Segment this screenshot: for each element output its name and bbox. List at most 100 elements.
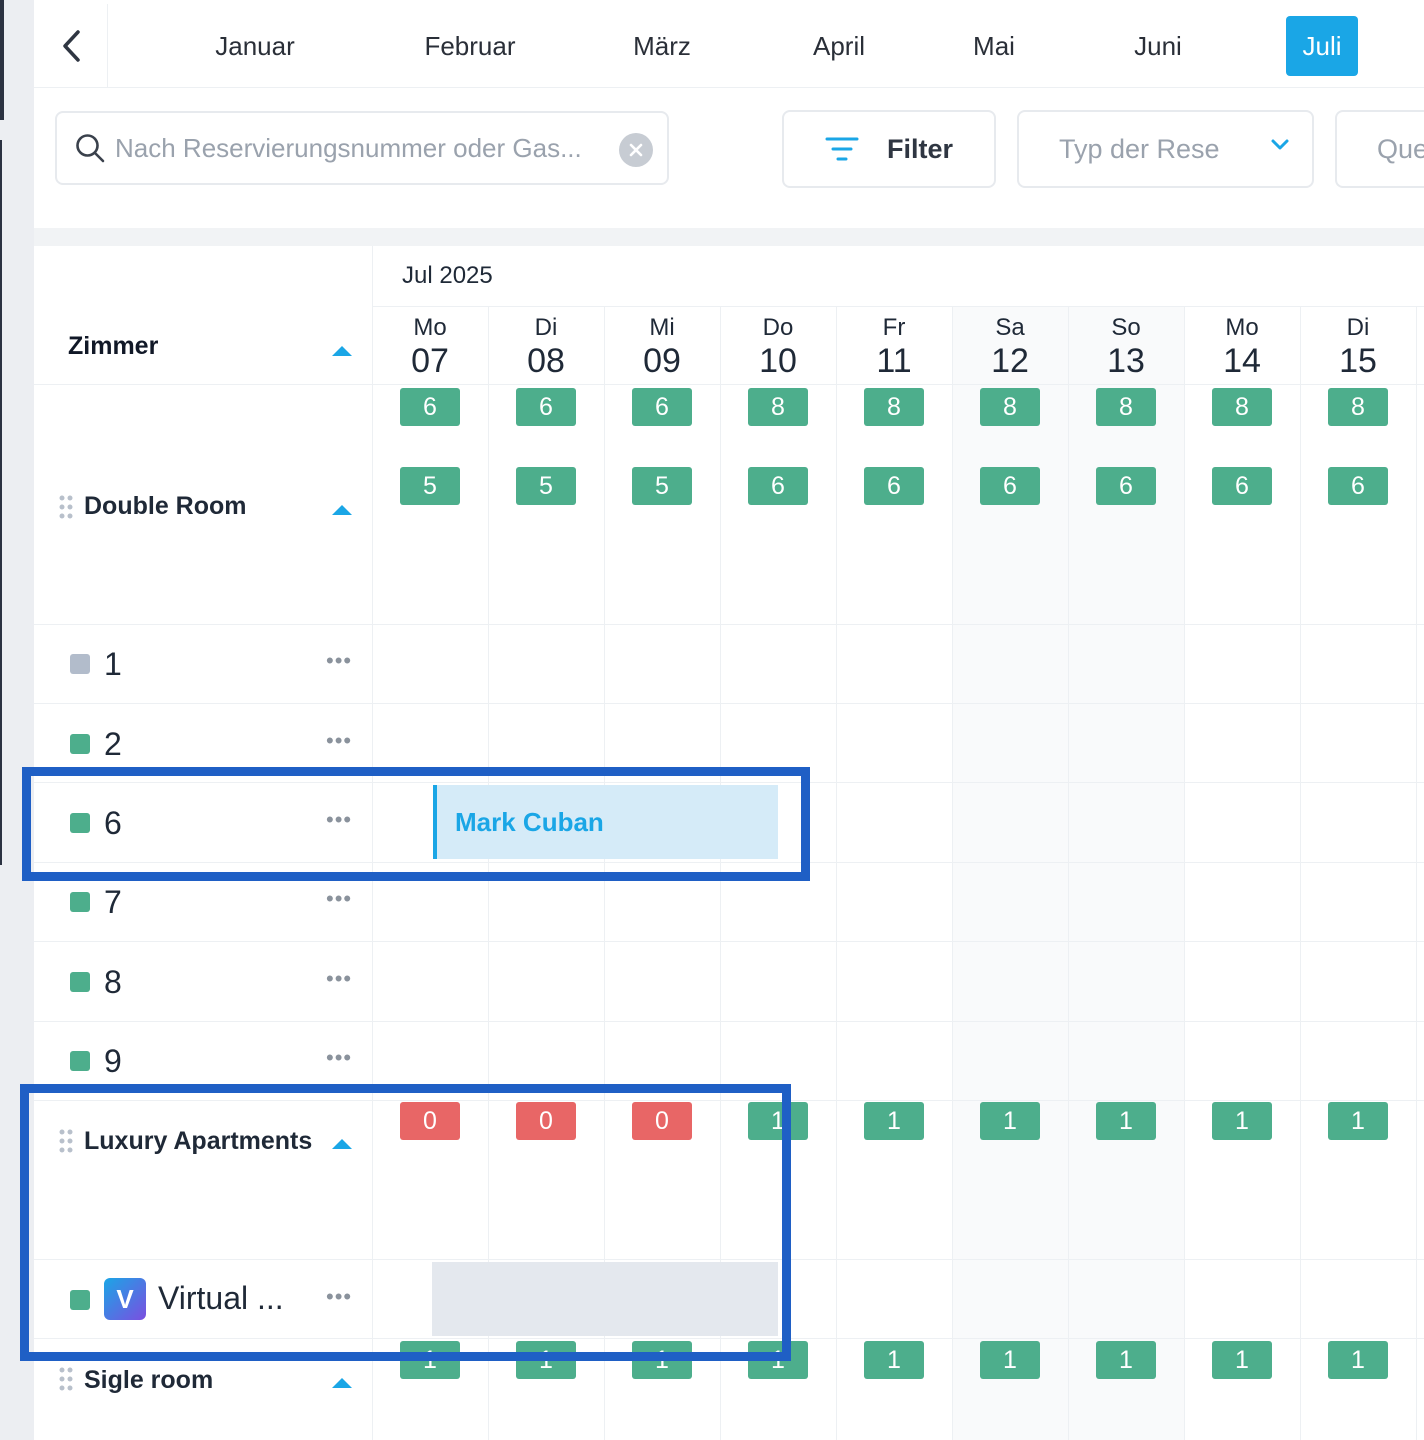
drag-handle-icon[interactable]: [58, 1366, 74, 1392]
availability-badge: 1: [980, 1341, 1040, 1379]
availability-badge: 8: [1328, 388, 1388, 426]
column-divider: [1068, 306, 1069, 1440]
category-double-room: Double Room: [84, 492, 247, 520]
more-icon[interactable]: •••: [326, 966, 352, 992]
rooms-column-border: [372, 246, 373, 1440]
row-divider: [34, 1338, 1424, 1339]
day-number: 07: [411, 342, 449, 380]
availability-badge: 8: [980, 388, 1040, 426]
filter-icon: [825, 137, 859, 161]
day-of-week: Mo: [413, 314, 447, 341]
month-navigation: Januar Februar März April Mai Juni Juli: [34, 4, 1424, 88]
month-februar[interactable]: Februar: [400, 16, 540, 76]
column-divider: [1184, 306, 1185, 1440]
left-edge-lower: [0, 140, 2, 865]
month-maerz[interactable]: März: [606, 16, 718, 76]
reservation-type-select[interactable]: Typ der Rese: [1017, 110, 1314, 188]
row-divider: [34, 1021, 1424, 1022]
search-input[interactable]: [115, 132, 605, 164]
room-status-indicator: [70, 892, 90, 912]
booking-guest-name: Mark Cuban: [455, 806, 604, 837]
row-divider: [34, 624, 1424, 625]
calendar-app: Januar Februar März April Mai Juni Juli …: [34, 0, 1424, 1440]
day-of-week: Fr: [882, 314, 906, 341]
rooms-sort-toggle[interactable]: [332, 346, 352, 356]
drag-handle-icon[interactable]: [58, 494, 74, 520]
row-divider: [34, 782, 1424, 783]
day-of-week: So: [1111, 314, 1141, 341]
more-icon[interactable]: •••: [326, 648, 352, 674]
back-button[interactable]: [34, 4, 108, 88]
availability-badge: 1: [400, 1341, 460, 1379]
column-divider: [1416, 306, 1417, 1440]
room-status-indicator: [70, 654, 90, 674]
source-select[interactable]: Que: [1335, 110, 1424, 188]
source-select-label: Que: [1377, 133, 1424, 164]
day-number: 10: [759, 342, 797, 380]
day-number: 11: [876, 342, 912, 380]
day-number: 15: [1339, 342, 1377, 380]
more-icon[interactable]: •••: [326, 886, 352, 912]
room-status-indicator: [70, 734, 90, 754]
day-number: 14: [1223, 342, 1261, 380]
availability-badge: 1: [864, 1341, 924, 1379]
availability-badge: 5: [400, 467, 460, 505]
room-status-indicator: [70, 972, 90, 992]
month-juli[interactable]: Juli: [1286, 16, 1358, 76]
availability-badge: 1: [1212, 1102, 1272, 1140]
availability-badge: 6: [1212, 467, 1272, 505]
availability-badge: 1: [864, 1102, 924, 1140]
availability-badge: 6: [980, 467, 1040, 505]
filter-button[interactable]: Filter: [782, 110, 996, 188]
more-icon[interactable]: •••: [326, 1284, 352, 1310]
category-luxury-apartments: Luxury Apartments: [84, 1127, 313, 1155]
month-mai[interactable]: Mai: [954, 16, 1034, 76]
availability-badge: 1: [1212, 1341, 1272, 1379]
availability-badge: 5: [632, 467, 692, 505]
availability-badge: 0: [400, 1102, 460, 1140]
month-april[interactable]: April: [782, 16, 896, 76]
collapse-luxury-apartments-toggle[interactable]: [332, 1139, 352, 1149]
calendar-month-label: Jul 2025: [402, 262, 493, 289]
clear-search-button[interactable]: [619, 133, 653, 167]
month-januar[interactable]: Januar: [194, 16, 316, 76]
day-of-week: Sa: [995, 314, 1025, 341]
availability-badge: 6: [864, 467, 924, 505]
column-divider: [1300, 306, 1301, 1440]
availability-badge: 1: [516, 1341, 576, 1379]
search-icon: [76, 134, 105, 163]
availability-badge: 6: [1328, 467, 1388, 505]
row-divider: [372, 306, 1424, 307]
virtual-room-block[interactable]: [432, 1262, 778, 1336]
more-icon[interactable]: •••: [326, 728, 352, 754]
drag-handle-icon[interactable]: [58, 1128, 74, 1154]
room-number: 6: [104, 805, 122, 841]
month-juni[interactable]: Juni: [1114, 16, 1202, 76]
day-number: 12: [991, 342, 1029, 380]
more-icon[interactable]: •••: [326, 807, 352, 833]
room-number: 8: [104, 964, 122, 1000]
collapse-double-room-toggle[interactable]: [332, 505, 352, 515]
day-number: 08: [527, 342, 565, 380]
availability-badge: 1: [748, 1341, 808, 1379]
clear-icon: [629, 143, 643, 157]
collapse-single-room-toggle[interactable]: [332, 1378, 352, 1388]
booking-bar[interactable]: Mark Cuban: [433, 785, 778, 859]
row-divider: [34, 384, 1424, 385]
availability-badge: 1: [980, 1102, 1040, 1140]
column-divider: [952, 306, 953, 1440]
availability-badge: 1: [632, 1341, 692, 1379]
availability-badge: 1: [1096, 1102, 1156, 1140]
availability-badge: 8: [748, 388, 808, 426]
availability-badge: 8: [1212, 388, 1272, 426]
room-number: 1: [104, 646, 122, 682]
search-box: [55, 111, 669, 185]
more-icon[interactable]: •••: [326, 1045, 352, 1071]
room-status-indicator: [70, 1051, 90, 1071]
room-number: 9: [104, 1043, 122, 1079]
left-edge: [0, 0, 4, 120]
availability-badge: 1: [1096, 1341, 1156, 1379]
room-status-indicator: [70, 1290, 90, 1310]
day-number: 09: [643, 342, 681, 380]
row-divider: [34, 941, 1424, 942]
